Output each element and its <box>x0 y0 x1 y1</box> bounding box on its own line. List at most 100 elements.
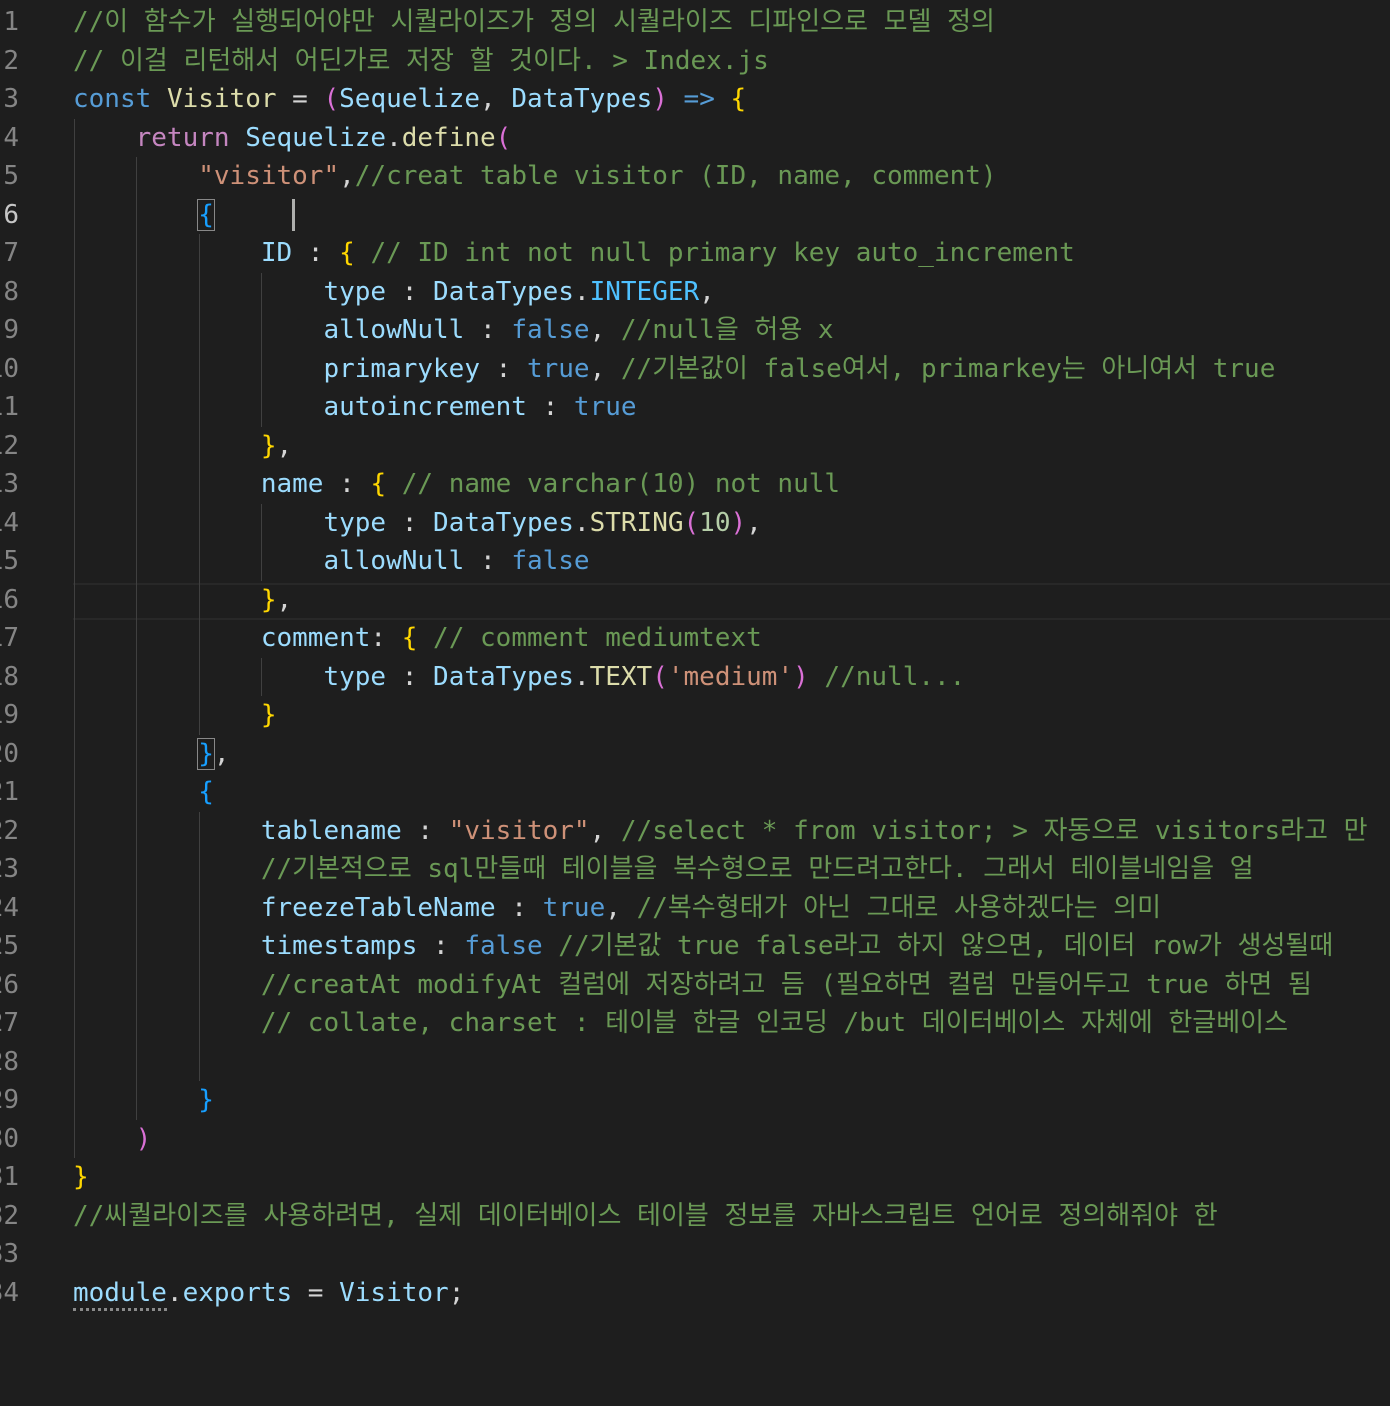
code-token: // name varchar(10) not null <box>401 469 841 499</box>
line-number[interactable]: 29 <box>0 1081 19 1120</box>
code-token: //creat table visitor (ID, name, comment… <box>354 161 997 191</box>
code-token: true <box>526 353 590 384</box>
code-token: //기본값이 false여서, primarkey는 아니여서 true <box>620 353 1276 384</box>
line-number[interactable]: 15 <box>0 542 19 581</box>
line-number[interactable]: 16 <box>0 581 19 620</box>
line-number[interactable]: 22 <box>0 812 19 851</box>
code-line[interactable]: type : DataTypes.INTEGER, <box>73 273 715 312</box>
code-token: , <box>589 353 621 384</box>
code-token: //이 함수가 실행되어야만 시퀄라이즈가 정의 시퀄라이즈 디파인으로 모델 … <box>73 7 995 37</box>
line-number[interactable]: 27 <box>0 1004 19 1043</box>
code-token: { <box>370 469 387 499</box>
line-number[interactable]: 26 <box>0 966 19 1005</box>
code-line[interactable]: { <box>73 196 215 235</box>
line-number[interactable]: 14 <box>0 504 19 543</box>
code-token: , <box>339 161 355 191</box>
line-number[interactable]: 3 <box>3 80 19 119</box>
code-token: DataTypes <box>511 84 653 114</box>
line-number[interactable]: 23 <box>0 850 19 889</box>
code-line[interactable]: name : { // name varchar(10) not null <box>73 465 840 504</box>
line-number[interactable]: 19 <box>0 696 19 735</box>
line-number[interactable]: 11 <box>0 388 19 427</box>
code-line[interactable]: ) <box>73 1120 152 1159</box>
code-line[interactable]: "visitor",//creat table visitor (ID, nam… <box>73 157 997 196</box>
code-token: , <box>746 507 762 538</box>
code-line[interactable]: module.exports = Visitor; <box>73 1274 464 1313</box>
code-line[interactable]: const Visitor = (Sequelize, DataTypes) =… <box>73 80 746 119</box>
code-line[interactable]: }, <box>73 735 230 774</box>
line-number[interactable]: 28 <box>0 1043 19 1082</box>
code-token: allowNull <box>323 546 465 576</box>
code-line[interactable]: return Sequelize.define( <box>73 119 512 158</box>
line-number[interactable]: 17 <box>0 619 19 658</box>
line-number[interactable]: 8 <box>3 273 19 312</box>
code-line[interactable]: ID : { // ID int not null primary key au… <box>73 234 1075 273</box>
line-number[interactable]: 1 <box>3 3 19 42</box>
line-number[interactable]: 5 <box>3 157 19 196</box>
code-area[interactable]: //이 함수가 실행되어야만 시퀄라이즈가 정의 시퀄라이즈 디파인으로 모델 … <box>73 0 1390 1406</box>
code-token: type <box>323 276 387 307</box>
code-line[interactable]: allowNull : false, //null을 허용 x <box>73 311 833 350</box>
line-number[interactable]: 33 <box>0 1235 19 1274</box>
line-number[interactable]: 25 <box>0 927 19 966</box>
line-number[interactable]: 30 <box>0 1120 19 1159</box>
line-number[interactable]: 24 <box>0 889 19 928</box>
code-token: Sequelize <box>245 122 387 153</box>
code-token: => <box>683 84 715 114</box>
code-token: , <box>605 892 637 923</box>
code-editor[interactable]: 1234567891011121314151617181920212223242… <box>0 0 1390 1406</box>
code-line[interactable]: //이 함수가 실행되어야만 시퀄라이즈가 정의 시퀄라이즈 디파인으로 모델 … <box>73 3 995 42</box>
code-line[interactable]: timestamps : false //기본값 true false라고 하지… <box>73 927 1333 966</box>
code-token: true <box>542 892 606 923</box>
line-number[interactable]: 9 <box>3 311 19 350</box>
code-line[interactable]: //씨퀄라이즈를 사용하려면, 실제 데이터베이스 테이블 정보를 자바스크립트… <box>73 1197 1218 1236</box>
code-line[interactable]: freezeTableName : true, //복수형태가 아닌 그대로 사… <box>73 889 1161 928</box>
code-token: , <box>699 276 715 307</box>
line-number[interactable]: 10 <box>0 350 19 389</box>
code-line[interactable]: } <box>73 1158 89 1197</box>
code-token: ) <box>135 1123 152 1154</box>
code-line[interactable]: type : DataTypes.STRING(10), <box>73 504 762 543</box>
line-number[interactable]: 34 <box>0 1274 19 1313</box>
code-line[interactable]: } <box>73 1081 214 1120</box>
line-number[interactable]: 4 <box>3 119 19 158</box>
code-line[interactable]: { <box>73 773 214 812</box>
code-line[interactable]: autoincrement : true <box>73 388 636 427</box>
code-token: ID <box>260 238 293 268</box>
code-line[interactable]: allowNull : false <box>73 542 589 581</box>
code-line[interactable]: type : DataTypes.TEXT('medium') //null..… <box>73 658 965 697</box>
line-number[interactable]: 6 <box>3 196 19 235</box>
code-token: //기본적으로 sql만들때 테이블을 복수형으로 만드려고한다. 그래서 테이… <box>260 854 1254 884</box>
code-token: . <box>386 122 402 153</box>
line-number[interactable]: 13 <box>0 465 19 504</box>
code-line[interactable]: tablename : "visitor", //select * from v… <box>73 812 1368 851</box>
code-line[interactable]: //creatAt modifyAt 컬럼에 저장하려고 듬 (필요하면 컬럼 … <box>73 966 1312 1005</box>
code-line[interactable]: } <box>73 696 277 735</box>
line-number-gutter[interactable]: 1234567891011121314151617181920212223242… <box>0 0 60 1406</box>
line-number[interactable]: 2 <box>3 42 19 81</box>
code-line[interactable]: // 이걸 리턴해서 어딘가로 저장 할 것이다. > Index.js <box>73 42 769 81</box>
code-line[interactable]: //기본적으로 sql만들때 테이블을 복수형으로 만드려고한다. 그래서 테이… <box>73 850 1254 889</box>
code-line[interactable]: // collate, charset : 테이블 한글 인코딩 /but 데이… <box>73 1004 1288 1043</box>
line-number[interactable]: 31 <box>0 1158 19 1197</box>
line-number[interactable]: 12 <box>0 427 19 466</box>
code-line[interactable]: }, <box>73 427 292 466</box>
line-number[interactable]: 20 <box>0 735 19 774</box>
line-number[interactable]: 21 <box>0 773 19 812</box>
code-token: , <box>276 430 293 461</box>
line-number[interactable]: 18 <box>0 658 19 697</box>
line-number[interactable]: 7 <box>3 234 19 273</box>
line-number[interactable]: 32 <box>0 1197 19 1236</box>
code-line[interactable]: primarykey : true, //기본값이 false여서, prima… <box>73 350 1275 389</box>
code-token: { <box>339 238 355 268</box>
code-line[interactable]: }, <box>73 581 292 620</box>
code-line[interactable]: comment: { // comment mediumtext <box>73 619 762 658</box>
